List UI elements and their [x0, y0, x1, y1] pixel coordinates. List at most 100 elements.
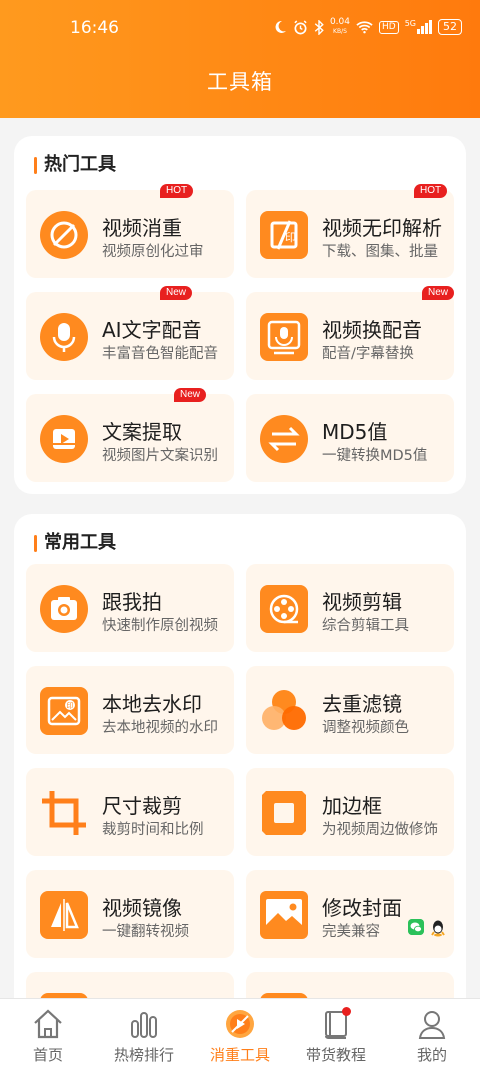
tab-label: 我的 — [416, 1046, 447, 1064]
new-badge: New — [160, 286, 193, 300]
tool-name: 本地去水印 — [102, 692, 202, 716]
film-reel-icon — [260, 585, 308, 633]
tab-label: 带货教程 — [305, 1046, 366, 1064]
tool-name: 文案提取 — [102, 420, 182, 444]
mirror-icon — [40, 891, 88, 939]
tool-name: 视频换配音 — [322, 318, 422, 342]
tab-label: 热榜排行 — [113, 1046, 174, 1064]
tool-desc: 为视频周边做修饰 — [322, 822, 438, 838]
tool-desc: 一键翻转视频 — [102, 924, 189, 940]
tool-name: MD5值 — [322, 420, 388, 444]
tool-name: 视频消重 — [102, 216, 182, 240]
wifi-icon — [356, 21, 373, 34]
tool-video-dubbing-swap[interactable]: 视频换配音 配音/字幕替换 New — [246, 286, 455, 380]
tool-name: 修改封面 — [322, 896, 402, 920]
bottom-tab-bar: 首页 热榜排行 消重工具 带货教程 我的 — [0, 998, 480, 1072]
tool-name: 视频镜像 — [102, 896, 182, 920]
tab-tutorials[interactable]: 带货教程 — [288, 999, 384, 1072]
new-badge: New — [174, 388, 207, 402]
tool-video-edit[interactable]: 视频剪辑 综合剪辑工具 — [246, 564, 454, 652]
frame-border-icon — [262, 791, 306, 835]
watermark-parse-icon: 印 — [260, 211, 308, 259]
tool-desc: 完美兼容 — [322, 924, 380, 940]
hd-indicator: HD — [379, 20, 399, 34]
tool-text-extract[interactable]: 文案提取 视频图片文案识别 New — [26, 388, 234, 482]
tool-name: 加边框 — [322, 794, 382, 818]
tab-dedup-tools[interactable]: 消重工具 — [192, 999, 288, 1072]
tab-ranking[interactable]: 热榜排行 — [96, 999, 192, 1072]
tool-video-dedup[interactable]: 视频消重 视频原创化过审 HOT — [26, 184, 234, 278]
wechat-icon — [408, 919, 424, 935]
tool-desc: 一键转换MD5值 — [322, 448, 428, 464]
notification-dot — [342, 1007, 351, 1016]
hot-tools-card: 热门工具 视频消重 视频原创化过审 HOT 印 视频无印解析 下载、图集、批量 … — [14, 136, 466, 494]
tool-follow-shoot[interactable]: 跟我拍 快速制作原创视频 — [26, 564, 234, 652]
tool-name: AI文字配音 — [102, 318, 202, 342]
tool-change-cover[interactable]: 修改封面 完美兼容 — [246, 870, 454, 958]
status-indicators: 0.04 KB/S HD 5G 52 — [273, 18, 462, 36]
tool-name: 视频无印解析 — [322, 216, 442, 240]
tool-dedup-filter[interactable]: 去重滤镜 调整视频颜色 — [246, 666, 454, 754]
common-tools-card: 常用工具 跟我拍 快速制作原创视频 视频剪辑 综合剪辑工具 印 本地去水印 去本… — [14, 514, 466, 1072]
tool-video-mirror[interactable]: 视频镜像 一键翻转视频 — [26, 870, 234, 958]
tool-name: 尺寸裁剪 — [102, 794, 182, 818]
svg-text:印: 印 — [285, 231, 296, 244]
tab-home[interactable]: 首页 — [0, 999, 96, 1072]
tool-desc: 视频图片文案识别 — [102, 448, 218, 464]
remove-watermark-icon: 印 — [40, 687, 88, 735]
network-speed-unit: KB/S — [333, 28, 347, 35]
dedup-tool-icon — [226, 1010, 254, 1038]
swap-arrows-icon — [260, 415, 308, 463]
network-speed-value: 0.04 — [329, 17, 350, 27]
signal-label: 5G — [404, 19, 416, 28]
section-title-common: 常用工具 — [34, 532, 116, 554]
tool-md5[interactable]: MD5值 一键转换MD5值 — [246, 394, 454, 482]
microphone-icon — [40, 313, 88, 361]
tool-desc: 丰富音色智能配音 — [102, 346, 218, 362]
tool-name: 跟我拍 — [102, 590, 162, 614]
signal-bars-icon — [417, 20, 432, 34]
tool-add-border[interactable]: 加边框 为视频周边做修饰 — [246, 768, 454, 856]
hot-badge: HOT — [160, 184, 194, 198]
home-icon — [34, 1009, 62, 1039]
battery-indicator: 52 — [438, 19, 462, 35]
tool-desc: 裁剪时间和比例 — [102, 822, 204, 838]
section-title-hot: 热门工具 — [34, 154, 116, 176]
profile-icon — [418, 1011, 446, 1039]
tool-name: 去重滤镜 — [322, 692, 402, 716]
bluetooth-icon — [314, 19, 324, 35]
tool-local-watermark-remove[interactable]: 印 本地去水印 去本地视频的水印 — [26, 666, 234, 754]
tool-desc: 快速制作原创视频 — [102, 618, 218, 634]
tab-label: 首页 — [32, 1046, 63, 1064]
tool-desc: 去本地视频的水印 — [102, 720, 218, 736]
ranking-icon — [131, 1012, 157, 1038]
tool-desc: 综合剪辑工具 — [322, 618, 409, 634]
text-extract-icon — [40, 415, 88, 463]
moon-icon — [275, 20, 286, 33]
status-bar: 16:46 0.04 KB/S HD 5G 52 — [0, 14, 480, 42]
tab-label: 消重工具 — [209, 1046, 270, 1064]
cover-image-icon — [260, 891, 308, 939]
tool-video-watermark-parse[interactable]: 印 视频无印解析 下载、图集、批量 HOT — [246, 184, 454, 278]
tool-desc: 视频原创化过审 — [102, 244, 204, 260]
signal-indicator: 5G — [405, 20, 432, 34]
camera-icon — [40, 585, 88, 633]
tab-profile[interactable]: 我的 — [384, 999, 480, 1072]
crop-icon — [42, 791, 86, 835]
compat-icons — [408, 919, 446, 937]
hot-badge: HOT — [414, 184, 448, 198]
no-copy-icon — [40, 211, 88, 259]
color-filter-icon — [262, 690, 306, 730]
tool-ai-text-dubbing[interactable]: AI文字配音 丰富音色智能配音 New — [26, 286, 234, 380]
tool-size-crop[interactable]: 尺寸裁剪 裁剪时间和比例 — [26, 768, 234, 856]
alarm-icon — [294, 19, 307, 34]
new-badge: New — [422, 286, 455, 300]
tool-name: 视频剪辑 — [322, 590, 402, 614]
status-time: 16:46 — [70, 18, 119, 38]
dubbing-swap-icon — [260, 313, 308, 361]
tool-desc: 调整视频颜色 — [322, 720, 409, 736]
qq-icon — [431, 920, 445, 937]
svg-text:印: 印 — [67, 702, 74, 710]
tool-desc: 下载、图集、批量 — [322, 244, 438, 260]
page-title: 工具箱 — [207, 70, 273, 94]
